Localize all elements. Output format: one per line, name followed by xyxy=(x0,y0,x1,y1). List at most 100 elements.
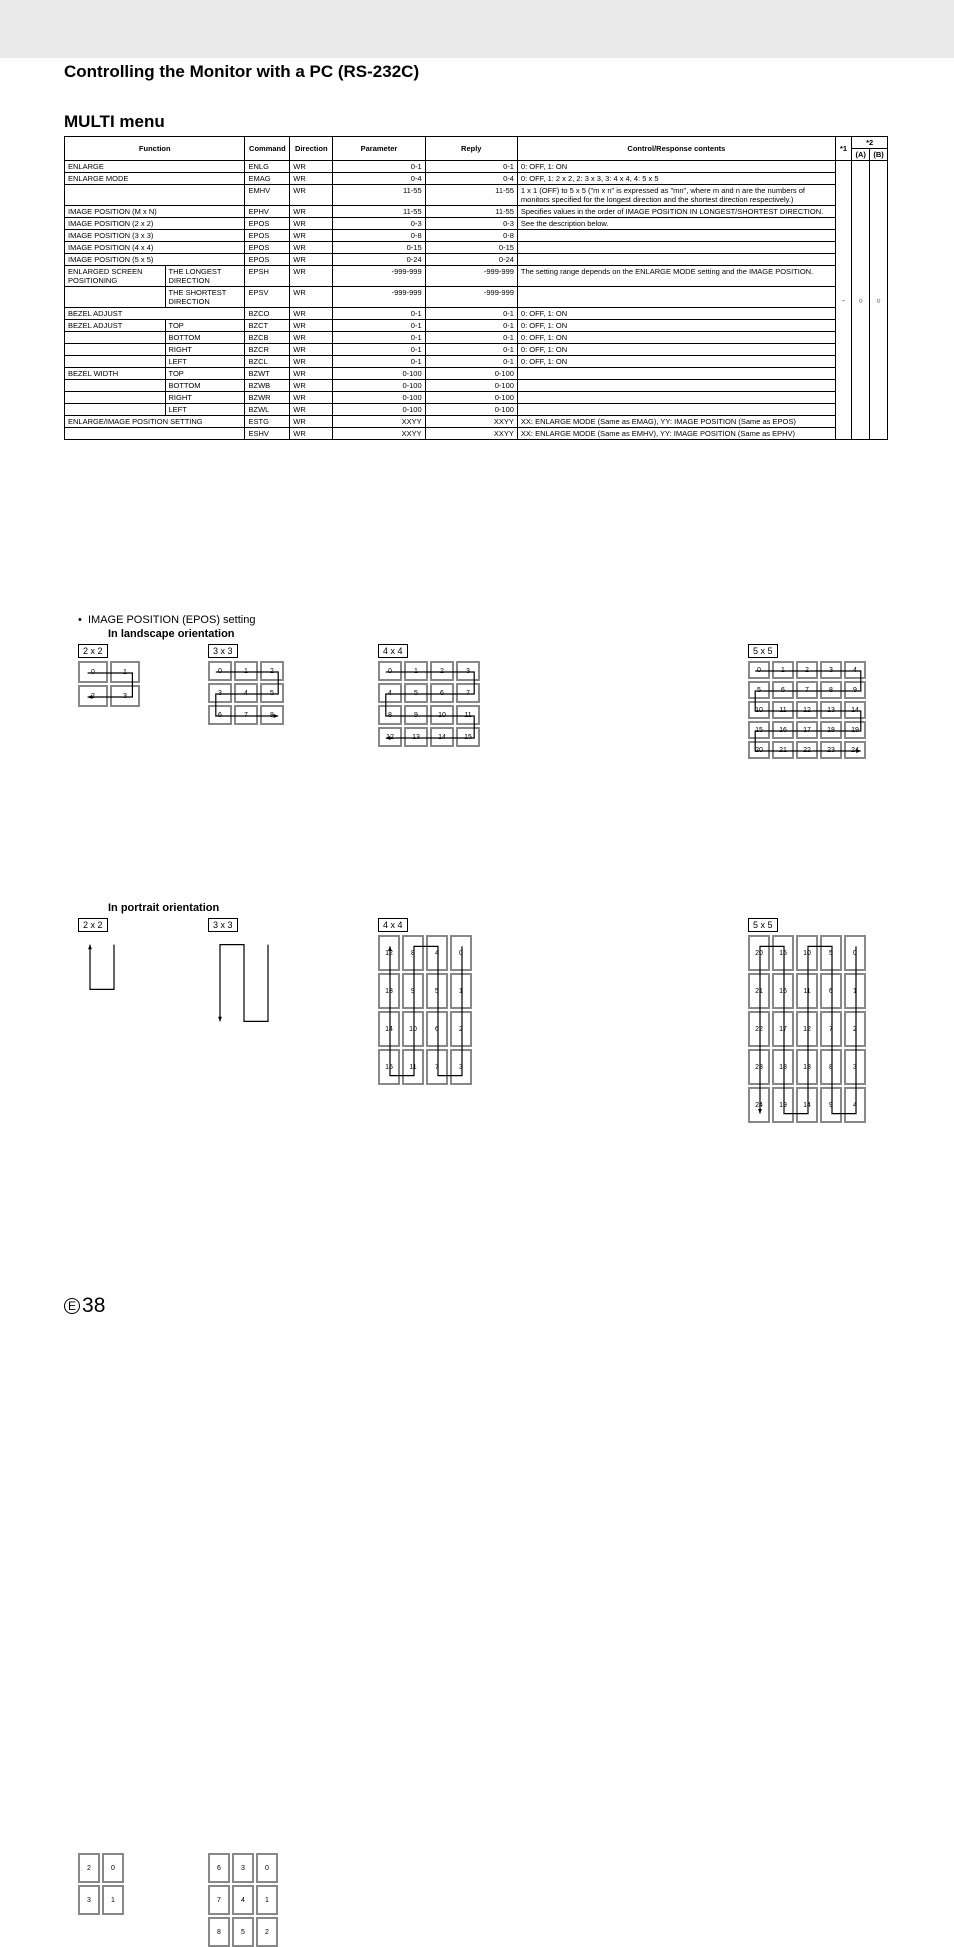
diagram-cell: 0 xyxy=(78,661,108,683)
section-title: MULTI menu xyxy=(64,112,165,132)
diagram-cell: 13 xyxy=(820,701,842,719)
cell-content xyxy=(517,254,835,266)
cell-rep: 0-24 xyxy=(425,254,517,266)
diagram-cell: 1 xyxy=(450,973,472,1009)
cell-dir: WR xyxy=(290,428,333,440)
cell-cmd: EPHV xyxy=(245,206,290,218)
diagram-cell: 11 xyxy=(402,1049,424,1085)
diagram-cell: 12 xyxy=(378,935,400,971)
diagram-cell: 3 xyxy=(820,661,842,679)
diagram-group: 4 x 41284013951141062151173 xyxy=(378,918,472,1085)
diagram-cell: 1 xyxy=(404,661,428,681)
cell-function: ENLARGE xyxy=(65,161,245,173)
cell-rep: -999-999 xyxy=(425,266,517,287)
diagram-group: 5 x 520151050211611612217127223181383241… xyxy=(748,918,866,1123)
cell-par: 11-55 xyxy=(333,206,425,218)
diagram-group: 4 x 40123456789101112131415 xyxy=(378,644,480,747)
diagram-label: 5 x 5 xyxy=(748,918,778,932)
cell-dir: WR xyxy=(290,161,333,173)
cell-cmd: BZCT xyxy=(245,320,290,332)
cell-rep: 0-1 xyxy=(425,344,517,356)
diagram-cell: 6 xyxy=(208,1853,230,1883)
diagram-cell: 4 xyxy=(234,683,258,703)
cell-rep: 11-55 xyxy=(425,185,517,206)
diagram-cell: 17 xyxy=(796,721,818,739)
table-row: BOTTOMBZCBWR0-10-10: OFF, 1: ON xyxy=(65,332,888,344)
th-star1: *1 xyxy=(835,137,851,161)
cell-dir: WR xyxy=(290,287,333,308)
diagram-cell: 7 xyxy=(208,1885,230,1915)
cell-dir: WR xyxy=(290,392,333,404)
cell-function: BEZEL WIDTH xyxy=(65,368,166,380)
cell-function: IMAGE POSITION (4 x 4) xyxy=(65,242,245,254)
diagram-cell: 5 xyxy=(404,683,428,703)
table-row: BEZEL WIDTHTOPBZWTWR0-1000-100 xyxy=(65,368,888,380)
table-row: IMAGE POSITION (4 x 4)EPOSWR0-150-15 xyxy=(65,242,888,254)
diagram-grid: 0123456789101112131415161718192021222324 xyxy=(748,661,866,759)
diagram-cell: 15 xyxy=(772,935,794,971)
diagram-cell: 8 xyxy=(378,705,402,725)
cell-function xyxy=(65,344,166,356)
cell-function: IMAGE POSITION (3 x 3) xyxy=(65,230,245,242)
cell-rep: 0-100 xyxy=(425,380,517,392)
cell-function xyxy=(65,356,166,368)
cell-subfunction: THE SHORTEST DIRECTION xyxy=(165,287,245,308)
diagram-label: 3 x 3 xyxy=(208,644,238,658)
cell-rep: 0-1 xyxy=(425,320,517,332)
diagram-cell: 7 xyxy=(456,683,480,703)
cell-par: 0-1 xyxy=(333,161,425,173)
cell-par: 0-100 xyxy=(333,380,425,392)
table-row: IMAGE POSITION (3 x 3)EPOSWR0-80-8 xyxy=(65,230,888,242)
diagram-cell: 6 xyxy=(820,973,842,1009)
table-row: BEZEL ADJUSTBZCOWR0-10-10: OFF, 1: ON xyxy=(65,308,888,320)
diagram-group: 3 x 3630741852 xyxy=(208,918,278,1029)
cell-rep: 0-15 xyxy=(425,242,517,254)
diagram-grid: 1284013951141062151173 xyxy=(378,935,472,1085)
diagram-cell: 22 xyxy=(748,1011,770,1047)
diagram-label: 5 x 5 xyxy=(748,644,778,658)
cell-content: 0: OFF, 1: ON xyxy=(517,161,835,173)
diagram-cell: 0 xyxy=(450,935,472,971)
diagram-cell: 10 xyxy=(796,935,818,971)
th-a: (A) xyxy=(852,149,870,161)
diagram-cell: 14 xyxy=(796,1087,818,1123)
cell-rep: 0-1 xyxy=(425,308,517,320)
diagram-group: 2 x 22031 xyxy=(78,918,124,997)
cell-function: IMAGE POSITION (M x N) xyxy=(65,206,245,218)
th-b: (B) xyxy=(870,149,888,161)
cell-content: 0: OFF, 1: ON xyxy=(517,344,835,356)
diagram-cell: 3 xyxy=(232,1853,254,1883)
diagram-cell: 14 xyxy=(378,1011,400,1047)
cell-par: 0-1 xyxy=(333,344,425,356)
table-row: ENLARGED SCREEN POSITIONINGTHE LONGEST D… xyxy=(65,266,888,287)
diagram-grid: 630741852 xyxy=(208,935,278,1029)
cell-rep: 0-4 xyxy=(425,173,517,185)
diagram-cell: 1 xyxy=(102,1885,124,1915)
cell-dir: WR xyxy=(290,266,333,287)
table-row: RIGHTBZWRWR0-1000-100 xyxy=(65,392,888,404)
th-command: Command xyxy=(245,137,290,161)
th-function: Function xyxy=(65,137,245,161)
cell-par: XXYY xyxy=(333,428,425,440)
diagram-cell: 1 xyxy=(844,973,866,1009)
cell-s2b: ○ xyxy=(870,161,888,440)
diagram-cell: 3 xyxy=(78,1885,100,1915)
diagram-cell: 5 xyxy=(426,973,448,1009)
cell-rep: 0-3 xyxy=(425,218,517,230)
diagram-label: 4 x 4 xyxy=(378,918,408,932)
diagram-cell: 23 xyxy=(820,741,842,759)
cell-rep: 0-100 xyxy=(425,404,517,416)
table-row: BOTTOMBZWBWR0-1000-100 xyxy=(65,380,888,392)
cell-subfunction: TOP xyxy=(165,320,245,332)
header-bar xyxy=(0,0,954,58)
diagram-cell: 7 xyxy=(820,1011,842,1047)
cell-content xyxy=(517,392,835,404)
page-letter: E xyxy=(64,1298,80,1314)
cell-rep: 0-1 xyxy=(425,356,517,368)
cell-dir: WR xyxy=(290,332,333,344)
diagram-cell: 22 xyxy=(796,741,818,759)
cell-dir: WR xyxy=(290,404,333,416)
diagram-cell: 2 xyxy=(430,661,454,681)
diagram-group: 2 x 20123 xyxy=(78,644,140,707)
diagram-cell: 4 xyxy=(378,683,402,703)
